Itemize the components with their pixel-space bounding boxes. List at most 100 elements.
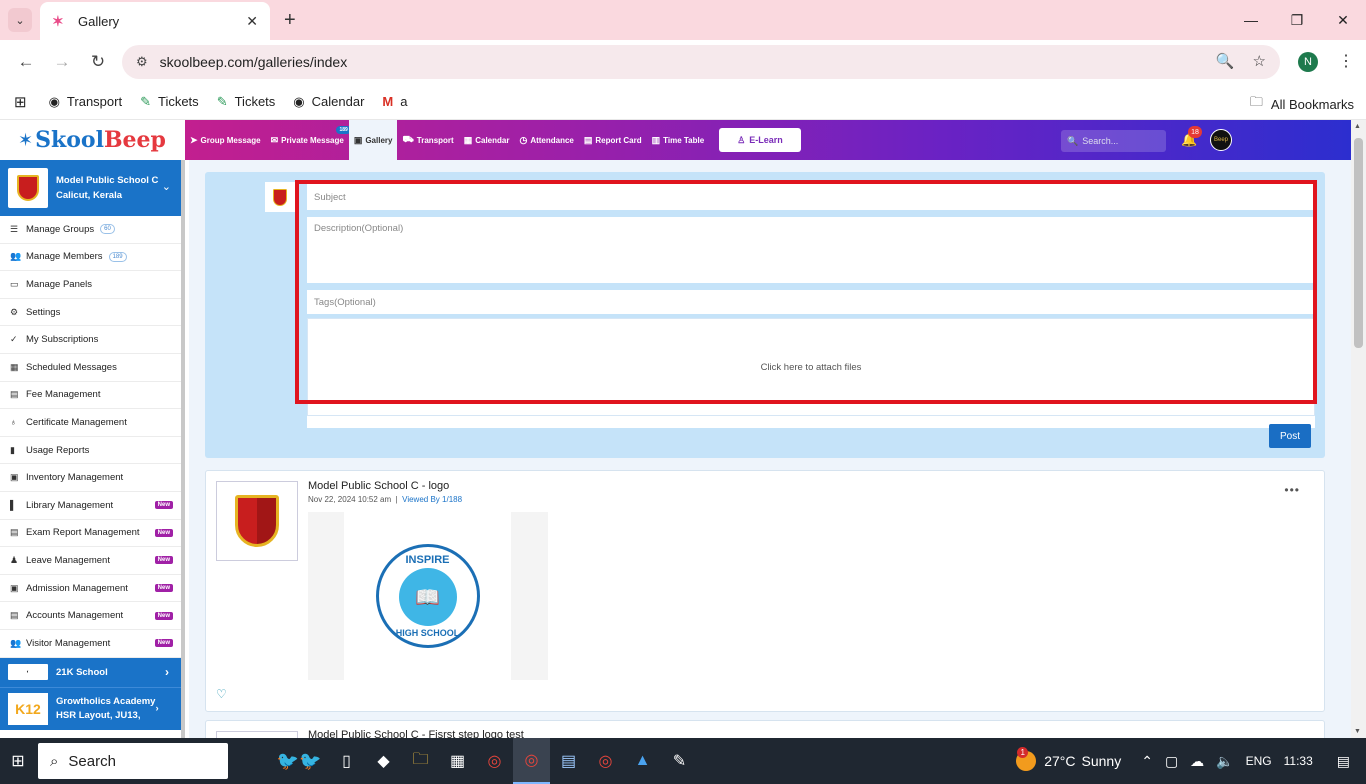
chrome-icon[interactable]: ◎ bbox=[476, 738, 513, 784]
forward-icon[interactable]: → bbox=[46, 46, 78, 78]
sidebar-item-accounts-management[interactable]: ▤ Accounts Management New bbox=[0, 602, 181, 630]
bookmark-transport[interactable]: ◉ Transport bbox=[49, 94, 123, 110]
nav-gallery[interactable]: ▣ Gallery bbox=[348, 120, 398, 160]
post-options-icon[interactable]: ••• bbox=[1284, 483, 1300, 497]
nav-private-message[interactable]: ✉ Private Message 189 bbox=[266, 120, 351, 160]
viewed-by-link[interactable]: Viewed By 1/188 bbox=[402, 495, 462, 504]
sidebar-item-admission-management[interactable]: ▣ Admission Management New bbox=[0, 575, 181, 603]
windows-start-icon[interactable]: ⊞ bbox=[0, 738, 36, 784]
user-avatar[interactable]: Beep bbox=[1210, 129, 1232, 151]
school-switch-21k[interactable]: ◐ 21K School › bbox=[0, 657, 181, 688]
address-bar[interactable]: ⚙ skoolbeep.com/galleries/index 🔍 ☆ bbox=[122, 45, 1280, 79]
browser-tab-gallery[interactable]: ✶ Gallery ✕ bbox=[40, 2, 270, 40]
bookmark-tickets-1[interactable]: ✎ Tickets bbox=[140, 94, 199, 110]
reload-icon[interactable]: ↻ bbox=[82, 46, 114, 78]
restore-icon[interactable]: ❐ bbox=[1274, 0, 1320, 40]
all-bookmarks[interactable]: 🗀 All Bookmarks bbox=[1250, 93, 1354, 115]
back-icon[interactable]: ← bbox=[10, 46, 42, 78]
sidebar-item-scheduled-messages[interactable]: ▦ Scheduled Messages bbox=[0, 354, 181, 382]
chevron-down-icon[interactable]: ⌄ bbox=[162, 180, 171, 193]
site-info-icon[interactable]: ⚙ bbox=[136, 54, 148, 70]
file-explorer-icon[interactable]: 🗀 bbox=[402, 738, 439, 784]
photos-icon[interactable]: ▲ bbox=[624, 738, 661, 784]
bookmark-calendar[interactable]: ◉ Calendar bbox=[293, 94, 364, 110]
meet-icon[interactable]: ▢ bbox=[1165, 753, 1178, 770]
app-search-input[interactable]: 🔍 Search... bbox=[1061, 130, 1166, 152]
minimize-icon[interactable]: — bbox=[1228, 0, 1274, 40]
volume-icon[interactable]: 🔈 bbox=[1216, 753, 1233, 770]
new-badge: New bbox=[154, 528, 173, 537]
copilot-icon[interactable]: ◆ bbox=[365, 738, 402, 784]
bookmark-star-icon[interactable]: ☆ bbox=[1253, 52, 1266, 70]
bus-icon: ⛟ bbox=[402, 134, 414, 144]
windows-taskbar: ⊞ ⌕ Search 🐦🐦 ▯ ◆ 🗀 ▦ ◎ ◎ ▤ ◎ ▲ ✎ 1 27°C … bbox=[0, 738, 1366, 784]
nav-attendance[interactable]: ◷ Attendance bbox=[514, 120, 578, 160]
clock-time[interactable]: 11:33 bbox=[1284, 754, 1313, 768]
close-window-icon[interactable]: ✕ bbox=[1320, 0, 1366, 40]
current-school-header[interactable]: Model Public School C Calicut, Kerala ⌄ bbox=[0, 160, 181, 216]
sidebar-item-manage-members[interactable]: 👥 Manage Members 189 bbox=[0, 244, 181, 272]
chrome-profile-icon[interactable]: ◎ bbox=[587, 738, 624, 784]
search-highlight-icon[interactable]: 🐦🐦 bbox=[270, 746, 328, 776]
skoolbeep-logo[interactable]: ✶ Skool Beep bbox=[0, 120, 185, 160]
temperature[interactable]: 27°C bbox=[1044, 753, 1075, 769]
apps-grid-icon[interactable]: ⊞ bbox=[14, 93, 27, 111]
post-title: Model Public School C - logo bbox=[308, 480, 450, 492]
tray-chevron-up-icon[interactable]: ⌃ bbox=[1141, 753, 1153, 770]
nav-group-message[interactable]: ➤ Group Message bbox=[185, 120, 266, 160]
nav-transport[interactable]: ⛟ Transport bbox=[397, 120, 458, 160]
sidebar-item-certificate-management[interactable]: ♁ Certificate Management bbox=[0, 409, 181, 437]
sidebar-item-leave-management[interactable]: ♟ Leave Management New bbox=[0, 547, 181, 575]
nav-time-table[interactable]: ▥ Time Table bbox=[647, 120, 710, 160]
scroll-up-icon[interactable]: ▲ bbox=[1354, 123, 1361, 130]
zoom-icon[interactable]: 🔍 bbox=[1216, 52, 1235, 70]
page-scrollbar[interactable]: ▲ ▼ bbox=[1351, 120, 1366, 738]
post-button[interactable]: Post bbox=[1269, 424, 1311, 448]
like-heart-icon[interactable]: ♡ bbox=[216, 687, 227, 701]
sidebar-item-inventory-management[interactable]: ▣ Inventory Management bbox=[0, 464, 181, 492]
sidebar-item-library-management[interactable]: ▌ Library Management New bbox=[0, 492, 181, 520]
user-minus-icon: ♟ bbox=[10, 554, 19, 565]
weather-text[interactable]: Sunny bbox=[1082, 753, 1122, 769]
nav-report-card[interactable]: ▤ Report Card bbox=[579, 120, 647, 160]
paint-icon[interactable]: ✎ bbox=[661, 738, 698, 784]
scroll-down-icon[interactable]: ▼ bbox=[1354, 728, 1361, 735]
school-switch-growtholics[interactable]: K12 Growtholics Academy HSR Layout, JU13… bbox=[0, 687, 181, 730]
weather-sun-icon[interactable]: 1 bbox=[1016, 747, 1037, 771]
calendar-icon: ▦ bbox=[10, 361, 19, 372]
bookmark-tickets-2[interactable]: ✎ Tickets bbox=[217, 94, 276, 110]
sidebar-item-usage-reports[interactable]: ▮ Usage Reports bbox=[0, 437, 181, 465]
new-badge: New bbox=[154, 611, 173, 620]
sidebar-item-manage-panels[interactable]: ▭ Manage Panels bbox=[0, 271, 181, 299]
sidebar-item-my-subscriptions[interactable]: ✓ My Subscriptions bbox=[0, 326, 181, 354]
browser-tabstrip: ⌄ ✶ Gallery ✕ + — ❐ ✕ bbox=[0, 0, 1366, 40]
tab-search-dropdown[interactable]: ⌄ bbox=[8, 8, 32, 32]
notepad-icon[interactable]: ▤ bbox=[550, 738, 587, 784]
scrollbar-thumb[interactable] bbox=[1354, 138, 1363, 348]
new-tab-icon[interactable]: + bbox=[284, 9, 296, 32]
store-icon[interactable]: ▦ bbox=[439, 738, 476, 784]
check-icon: ✓ bbox=[10, 334, 18, 345]
sidebar-item-fee-management[interactable]: ▤ Fee Management bbox=[0, 382, 181, 410]
post-title: Model Public School C - Fisrst step logo… bbox=[308, 729, 524, 738]
sidebar-item-manage-groups[interactable]: ☰ Manage Groups 60 bbox=[0, 216, 181, 244]
network-cloud-icon[interactable]: ☁ bbox=[1190, 753, 1204, 770]
sidebar-item-settings[interactable]: ⚙ Settings bbox=[0, 299, 181, 327]
elearn-button[interactable]: ♙ E-Learn bbox=[719, 128, 801, 152]
nav-calendar[interactable]: ▦ Calendar bbox=[459, 120, 515, 160]
chrome-active-icon[interactable]: ◎ bbox=[513, 738, 550, 784]
language-indicator[interactable]: ENG bbox=[1246, 754, 1272, 768]
taskbar-search[interactable]: ⌕ Search bbox=[38, 743, 228, 779]
sidebar-item-exam-report-management[interactable]: ▤ Exam Report Management New bbox=[0, 520, 181, 548]
bookmark-gmail[interactable]: Ma bbox=[382, 94, 407, 109]
profile-avatar[interactable]: N bbox=[1298, 52, 1318, 72]
task-view-icon[interactable]: ▯ bbox=[328, 738, 365, 784]
file-icon: ▤ bbox=[10, 610, 19, 621]
groups-count-badge: 60 bbox=[100, 224, 115, 235]
notifications-icon[interactable]: ▤ bbox=[1337, 753, 1350, 770]
post-image[interactable]: INSPIRE 📖 HIGH SCHOOL bbox=[308, 512, 548, 680]
bar-chart-icon: ▮ bbox=[10, 444, 15, 455]
sidebar-item-visitor-management[interactable]: 👥 Visitor Management New bbox=[0, 630, 181, 658]
browser-menu-icon[interactable]: ⋮ bbox=[1338, 51, 1354, 71]
close-tab-icon[interactable]: ✕ bbox=[246, 13, 258, 30]
